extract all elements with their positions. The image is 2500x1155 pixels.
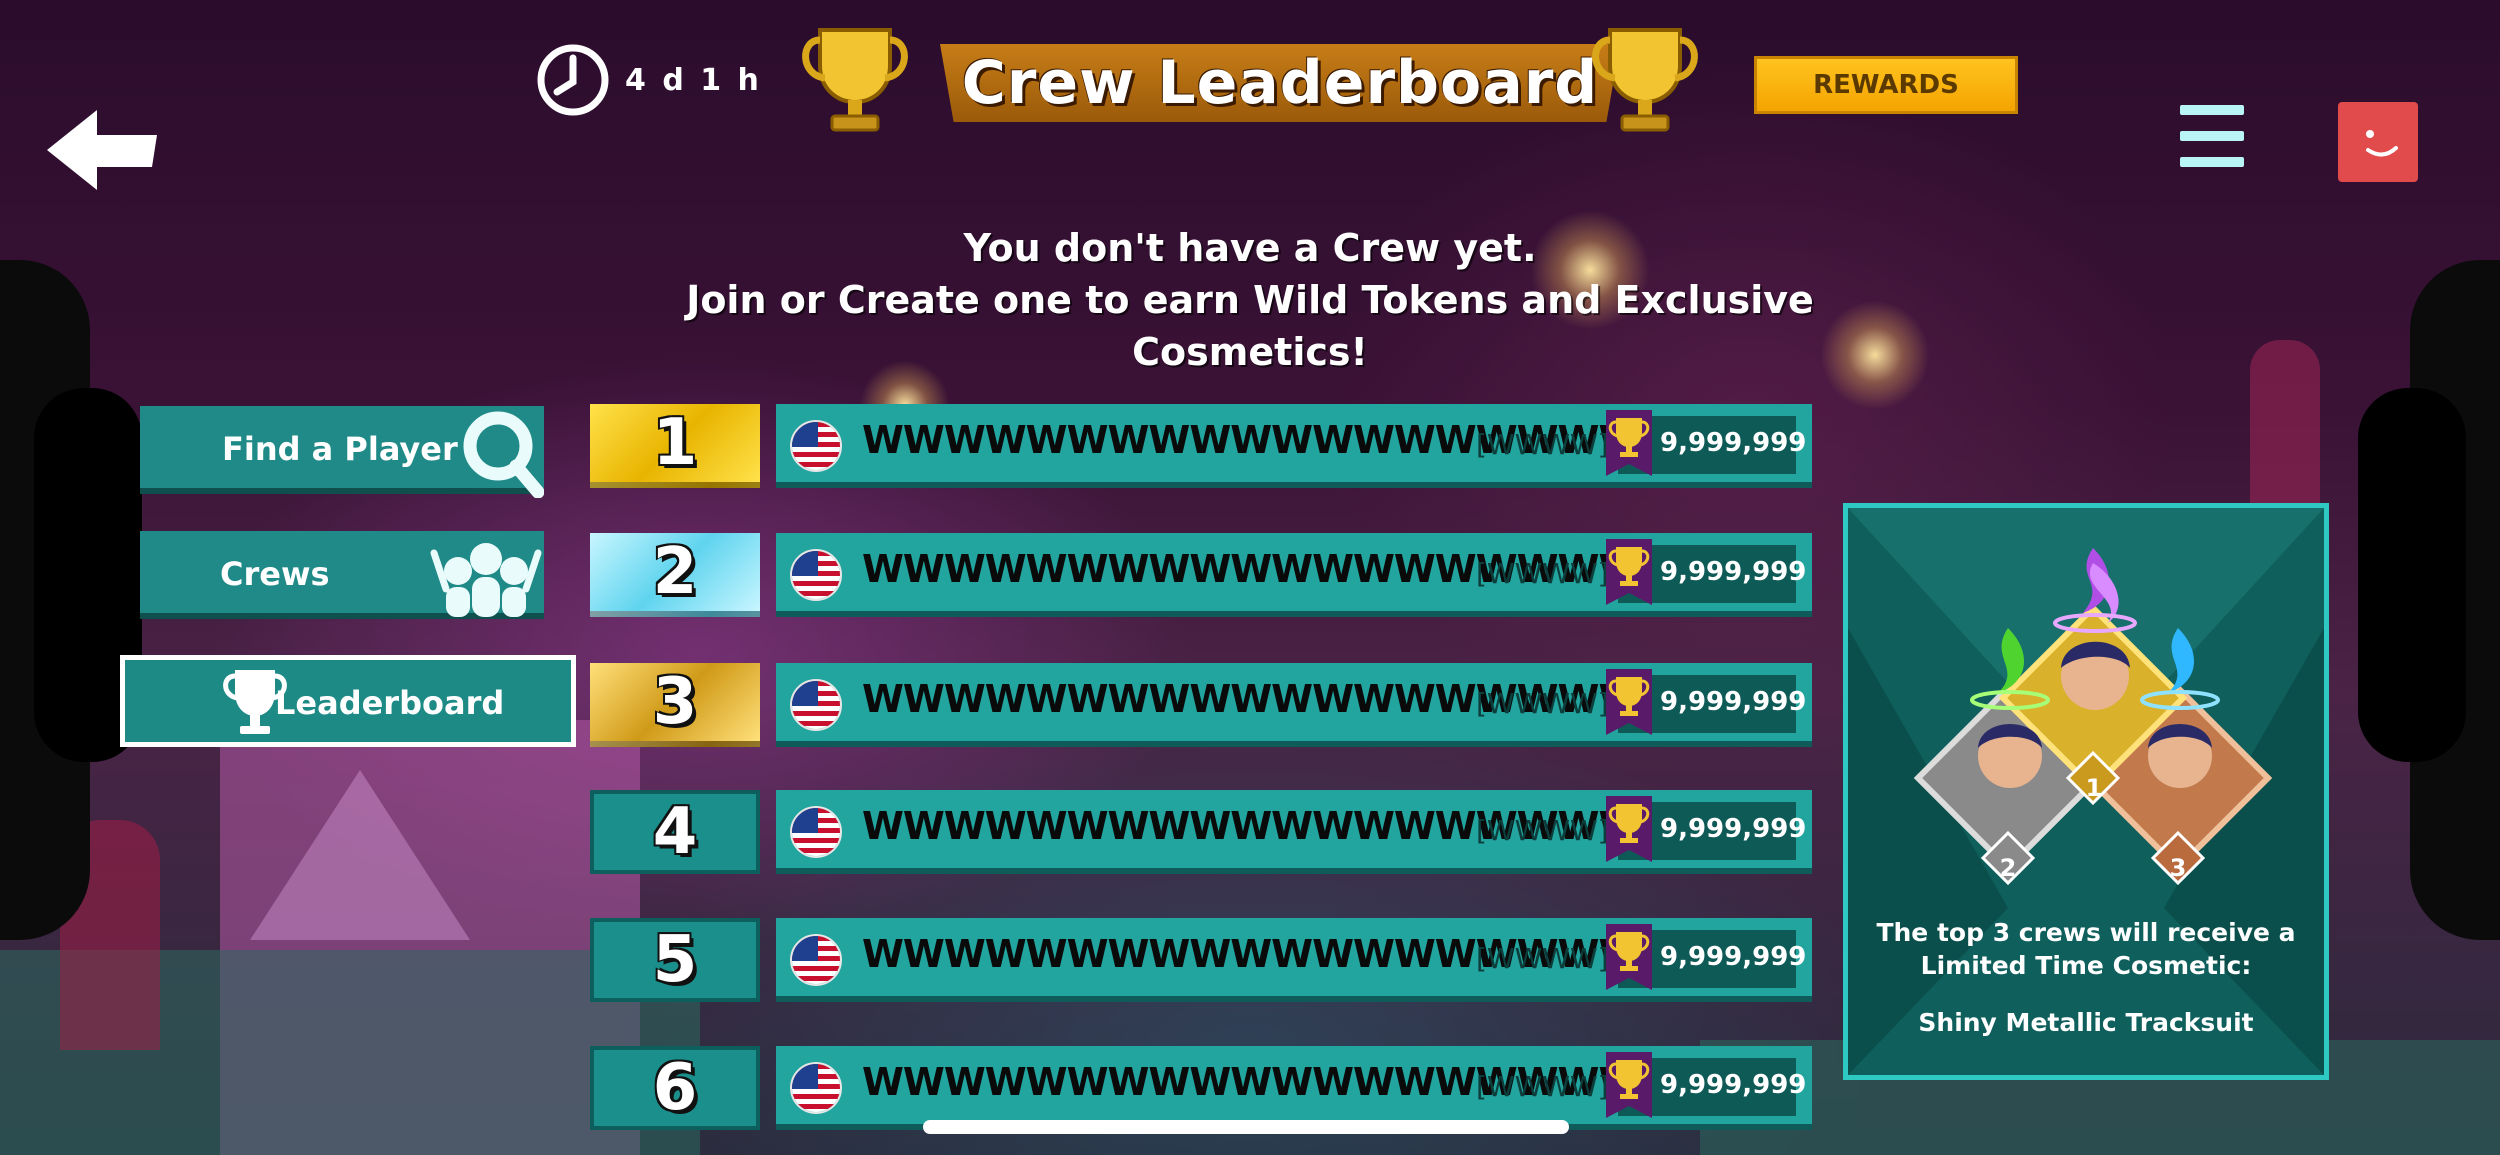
- rank-badge: 1: [590, 404, 760, 488]
- reward-item-name: Shiny Metallic Tracksuit: [1918, 1008, 2254, 1037]
- magnifier-icon: [463, 411, 544, 498]
- nav-crews[interactable]: Crews: [140, 531, 544, 619]
- leaderboard-row[interactable]: WWWWWWWWWWWWWWWWWWWWWW [WWWW] 9,999,999: [776, 533, 1812, 617]
- home-indicator[interactable]: [923, 1120, 1569, 1134]
- crew-score: 9,999,999: [1660, 1070, 1807, 1100]
- leaderboard-row[interactable]: WWWWWWWWWWWWWWWWWWWWWW [WWWW] 9,999,999: [776, 918, 1812, 1002]
- rank-3-badge: 3: [2169, 854, 2187, 882]
- nav-label: Find a Player: [222, 430, 458, 468]
- timer-text: 4 d 1 h: [625, 62, 762, 98]
- triangle-symbol: [250, 770, 470, 940]
- score-box: 9,999,999: [1606, 669, 1806, 735]
- leaderboard-row[interactable]: WWWWWWWWWWWWWWWWWWWWWW [WWWW] 9,999,999: [776, 663, 1812, 747]
- score-box: 9,999,999: [1606, 924, 1806, 990]
- rank-2-badge: 2: [1999, 854, 2017, 882]
- clock-icon: [537, 44, 609, 116]
- score-box: 9,999,999: [1606, 539, 1806, 605]
- trophy-icon: [1606, 1052, 1652, 1118]
- score-box: 9,999,999: [1606, 1052, 1806, 1118]
- crew-tag: [WWWW]: [1476, 557, 1609, 590]
- rank-1-badge: 1: [2085, 774, 2103, 802]
- trophy-icon: [1606, 796, 1652, 862]
- nav-leaderboard[interactable]: Leaderboard: [120, 655, 576, 747]
- score-box: 9,999,999: [1606, 796, 1806, 862]
- trophy-icon: [1592, 28, 1698, 132]
- message-line-2: Join or Create one to earn Wild Tokens a…: [686, 278, 1814, 374]
- cosmetic-preview: [1913, 548, 2273, 886]
- score-box: 9,999,999: [1606, 410, 1806, 476]
- us-flag-icon: [790, 549, 842, 601]
- crew-score: 9,999,999: [1660, 942, 1807, 972]
- leaderboard-row[interactable]: WWWWWWWWWWWWWWWWWWWWWW [WWWW] 9,999,999: [776, 404, 1812, 488]
- back-button[interactable]: [42, 105, 162, 195]
- season-timer: 4 d 1 h: [535, 42, 762, 118]
- rank-badge: 3: [590, 663, 760, 747]
- trophy-icon: [1606, 669, 1652, 735]
- device-notch-right: [2358, 388, 2466, 762]
- us-flag-icon: [790, 679, 842, 731]
- nav-find-player[interactable]: Find a Player: [140, 406, 544, 498]
- rank-badge: 2: [590, 533, 760, 617]
- us-flag-icon: [790, 420, 842, 472]
- us-flag-icon: [790, 1062, 842, 1114]
- crew-score: 9,999,999: [1660, 814, 1807, 844]
- us-flag-icon: [790, 934, 842, 986]
- reward-caption-line-2: Limited Time Cosmetic:: [1920, 951, 2252, 980]
- message-line-1: You don't have a Crew yet.: [963, 226, 1537, 270]
- crew-score: 9,999,999: [1660, 557, 1807, 587]
- reward-caption-line-1: The top 3 crews will receive a: [1876, 918, 2296, 947]
- rank-badge: 4: [590, 790, 760, 874]
- back-arrow-icon: [47, 110, 157, 190]
- nav-label: Leaderboard: [275, 684, 505, 722]
- profile-avatar-icon[interactable]: [2338, 102, 2418, 182]
- crew-score: 9,999,999: [1660, 687, 1807, 717]
- leaderboard-row[interactable]: WWWWWWWWWWWWWWWWWWWWWW [WWWW] 9,999,999: [776, 1046, 1812, 1130]
- crew-tag: [WWWW]: [1476, 942, 1609, 975]
- rewards-button[interactable]: REWARDS: [1754, 56, 2018, 114]
- guard-figure: [2250, 340, 2320, 520]
- crew-tag: [WWWW]: [1476, 428, 1609, 461]
- crew-tag: [WWWW]: [1476, 1070, 1609, 1103]
- us-flag-icon: [790, 806, 842, 858]
- trophy-icon: [1606, 539, 1652, 605]
- crowd-icon: [430, 543, 542, 617]
- crew-tag: [WWWW]: [1476, 687, 1609, 720]
- trophy-icon: [802, 28, 908, 132]
- nav-label: Crews: [220, 555, 330, 593]
- trophy-icon: [1606, 924, 1652, 990]
- no-crew-message: You don't have a Crew yet. Join or Creat…: [600, 222, 1900, 378]
- rank-badge: 6: [590, 1046, 760, 1130]
- title-banner: Crew Leaderboard: [940, 44, 1620, 122]
- crew-score: 9,999,999: [1660, 428, 1807, 458]
- page-title: Crew Leaderboard: [961, 48, 1599, 118]
- trophy-icon: [1606, 410, 1652, 476]
- reward-panel: 1 2 3 The top 3 crews will receive a Lim…: [1843, 503, 2329, 1080]
- hamburger-menu-icon[interactable]: [2180, 105, 2244, 167]
- leaderboard-row[interactable]: WWWWWWWWWWWWWWWWWWWWWW [WWWW] 9,999,999: [776, 790, 1812, 874]
- rank-badge: 5: [590, 918, 760, 1002]
- crew-tag: [WWWW]: [1476, 814, 1609, 847]
- reward-caption: The top 3 crews will receive a Limited T…: [1848, 916, 2324, 982]
